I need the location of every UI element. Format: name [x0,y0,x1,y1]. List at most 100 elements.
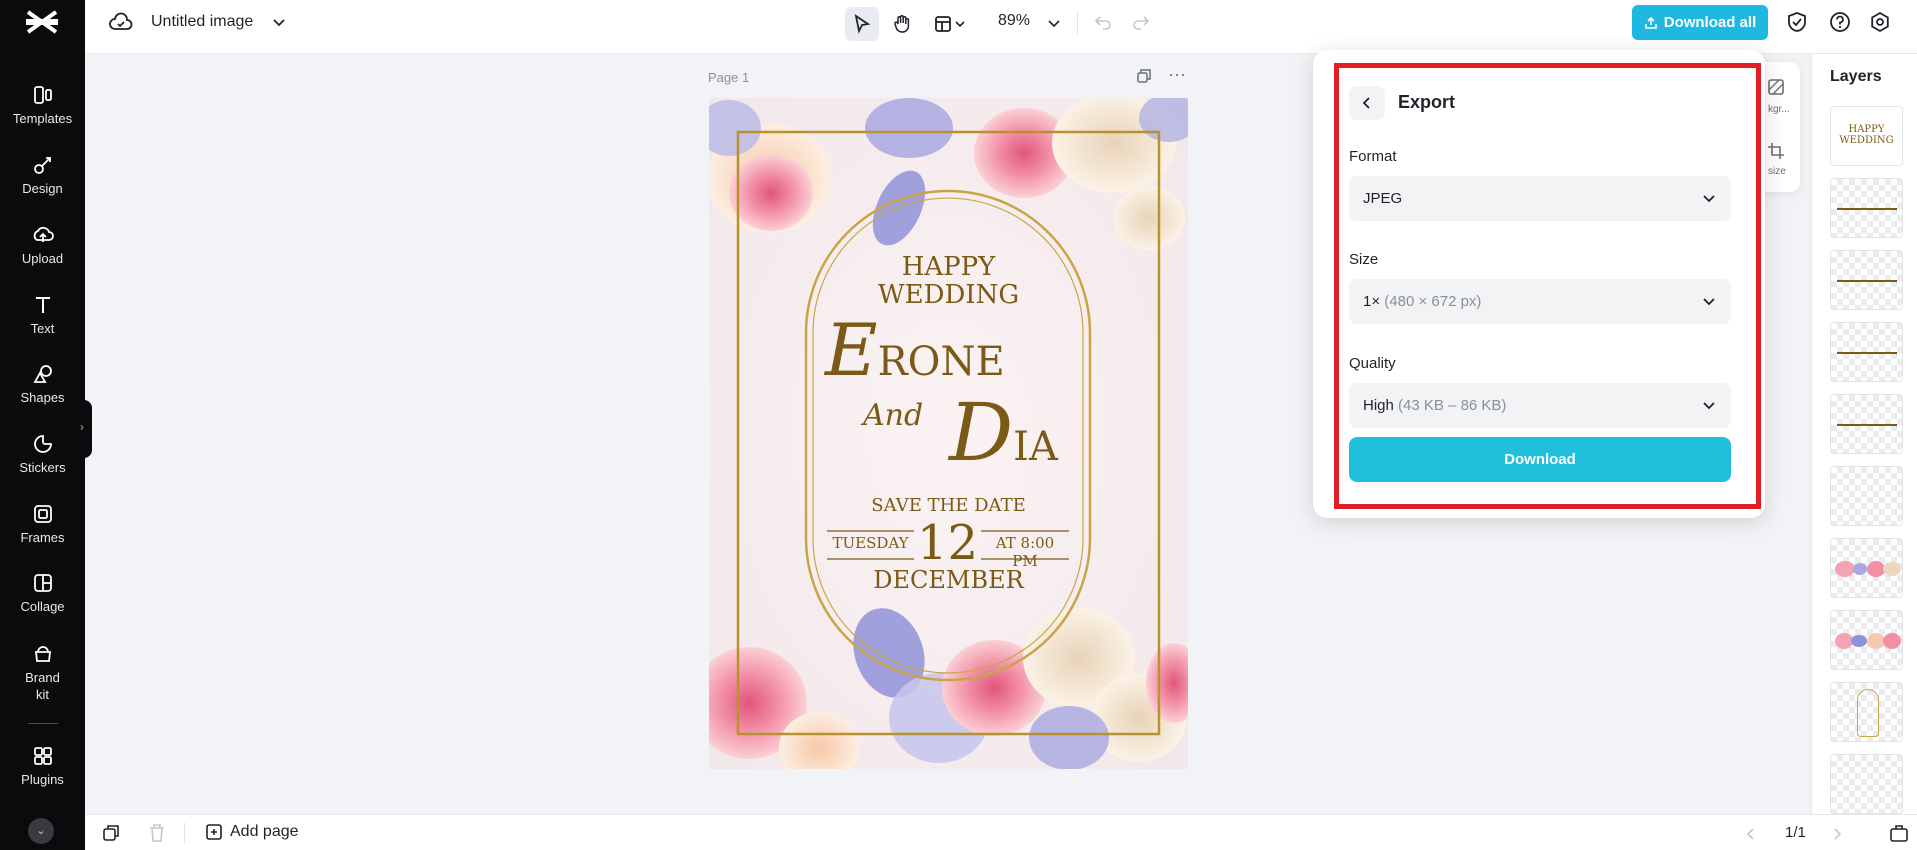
capcut-logo-icon[interactable] [24,8,60,36]
chevron-down-icon[interactable] [271,14,287,30]
layout-tool-button[interactable] [927,7,973,41]
design-text-time: AT 8:00 PM [995,534,1055,570]
layer-thumb-line[interactable] [1830,178,1903,238]
sidebar-divider [28,723,58,724]
wedding-invitation-design[interactable]: HAPPY WEDDING ERONE And DIA SAVE THE DAT… [709,98,1188,769]
cloud-save-icon[interactable] [109,12,133,34]
sidebar-item-text[interactable]: Text [0,294,85,336]
settings-button[interactable] [1868,10,1892,34]
hand-tool-button[interactable] [885,7,919,41]
layer-thumb-line[interactable] [1830,394,1903,454]
size-label: Size [1349,251,1379,268]
layer-thumb-arch[interactable] [1830,682,1903,742]
redo-icon[interactable] [1132,13,1150,31]
sidebar-item-design[interactable]: Design [0,154,85,196]
templates-icon [33,86,52,104]
sidebar-item-label: Brand kit [25,670,60,702]
add-page-label: Add page [230,823,299,840]
background-icon[interactable] [1767,78,1785,96]
shield-check-icon [1788,12,1806,32]
bottom-divider [184,823,185,843]
design-text-save-the-date: SAVE THE DATE [871,495,1026,516]
add-page-button[interactable]: Add page [205,823,299,841]
resize-icon[interactable] [1767,142,1785,160]
design-text-wedding: WEDDING [877,280,1020,310]
page-label: Page 1 [708,70,750,85]
sidebar-item-label: Collage [20,599,65,614]
design-name-1: ERONE [825,308,1005,392]
design-name-2: DIA [949,386,1058,479]
design-icon [33,157,51,174]
quality-value: High (43 KB – 86 KB) [1363,397,1507,414]
duplicate-page-icon[interactable] [1136,68,1152,84]
plugins-icon [33,747,52,765]
upload-icon [33,226,54,242]
layer-thumb-empty[interactable] [1830,466,1903,526]
sidebar-item-label: Frames [20,530,65,545]
sidebar-item-frames[interactable]: Frames [0,503,85,545]
layer-thumb-flowers-top[interactable] [1830,538,1903,598]
layer-thumb-flowers-bottom[interactable] [1830,610,1903,670]
design-text-date: 12 [916,515,979,571]
chevron-left-icon [1362,97,1370,109]
zoom-chevron-down-icon[interactable] [1047,16,1061,30]
size-select[interactable]: 1× (480 × 672 px) [1349,279,1731,324]
more-options-icon[interactable]: ··· [1168,64,1186,85]
export-back-button[interactable] [1349,86,1385,120]
help-circle-icon [1830,12,1850,32]
layers-panel: Layers HAPPY WEDDING [1811,54,1917,814]
chevron-down-icon: ⌄ [36,825,46,837]
layer-thumb-heading[interactable]: HAPPY WEDDING [1830,106,1903,166]
download-label: Download [1504,451,1576,468]
size-value: 1× (480 × 672 px) [1363,293,1482,310]
sidebar-item-plugins[interactable]: Plugins [0,745,85,787]
resize-label[interactable]: size [1768,166,1786,177]
sidebar-item-templates[interactable]: Templates [0,84,85,126]
stickers-icon [33,435,52,453]
layer-thumb-empty[interactable] [1830,754,1903,814]
chevron-right-icon: › [80,420,84,434]
sidebar-item-label: Text [30,321,55,336]
download-button[interactable]: Download [1349,437,1731,482]
sidebar-item-stickers[interactable]: Stickers [0,433,85,475]
background-label[interactable]: kgr... [1768,104,1790,115]
gear-icon [1871,11,1889,33]
toolbar-divider [1077,12,1078,34]
zoom-level[interactable]: 89% [998,12,1030,30]
chevron-down-icon [955,21,965,28]
sidebar-item-shapes[interactable]: Shapes [0,363,85,405]
account-menu-button[interactable]: ⌄ [28,818,54,844]
undo-icon[interactable] [1094,13,1112,31]
next-page-icon[interactable] [1831,827,1843,841]
chevron-down-icon [1703,298,1715,306]
export-title: Export [1398,92,1456,112]
sidebar-item-label: Upload [21,251,64,266]
format-select[interactable]: JPEG [1349,176,1731,221]
collage-icon [33,574,52,592]
sidebar-item-label: Plugins [21,772,64,787]
document-title[interactable]: Untitled image [151,13,253,31]
prev-page-icon[interactable] [1745,827,1757,841]
download-all-button[interactable]: Download all [1632,5,1768,40]
top-bar: Untitled image 89% Download all [85,0,1917,54]
help-button[interactable] [1828,10,1852,34]
download-all-label: Download all [1663,14,1757,31]
trash-icon[interactable] [148,823,166,843]
select-tool-button[interactable] [845,7,879,41]
sidebar-item-brand-kit[interactable]: Brand kit [0,642,85,703]
chevron-down-icon [1703,195,1715,203]
sidebar-item-label: Stickers [19,460,66,475]
sidebar-item-collage[interactable]: Collage [0,572,85,614]
chevron-down-icon [1703,402,1715,410]
layer-thumb-line[interactable] [1830,250,1903,310]
quality-select[interactable]: High (43 KB – 86 KB) [1349,383,1731,428]
add-page-icon [206,824,222,840]
quality-label: Quality [1349,355,1396,372]
shield-button[interactable] [1785,10,1809,34]
briefcase-icon[interactable] [1889,823,1909,843]
collapse-sidebar-handle[interactable]: › [78,400,92,458]
sidebar-item-upload[interactable]: Upload [0,224,85,266]
design-text-month: DECEMBER [873,566,1024,594]
duplicate-page-icon[interactable] [101,823,121,843]
layer-thumb-line[interactable] [1830,322,1903,382]
